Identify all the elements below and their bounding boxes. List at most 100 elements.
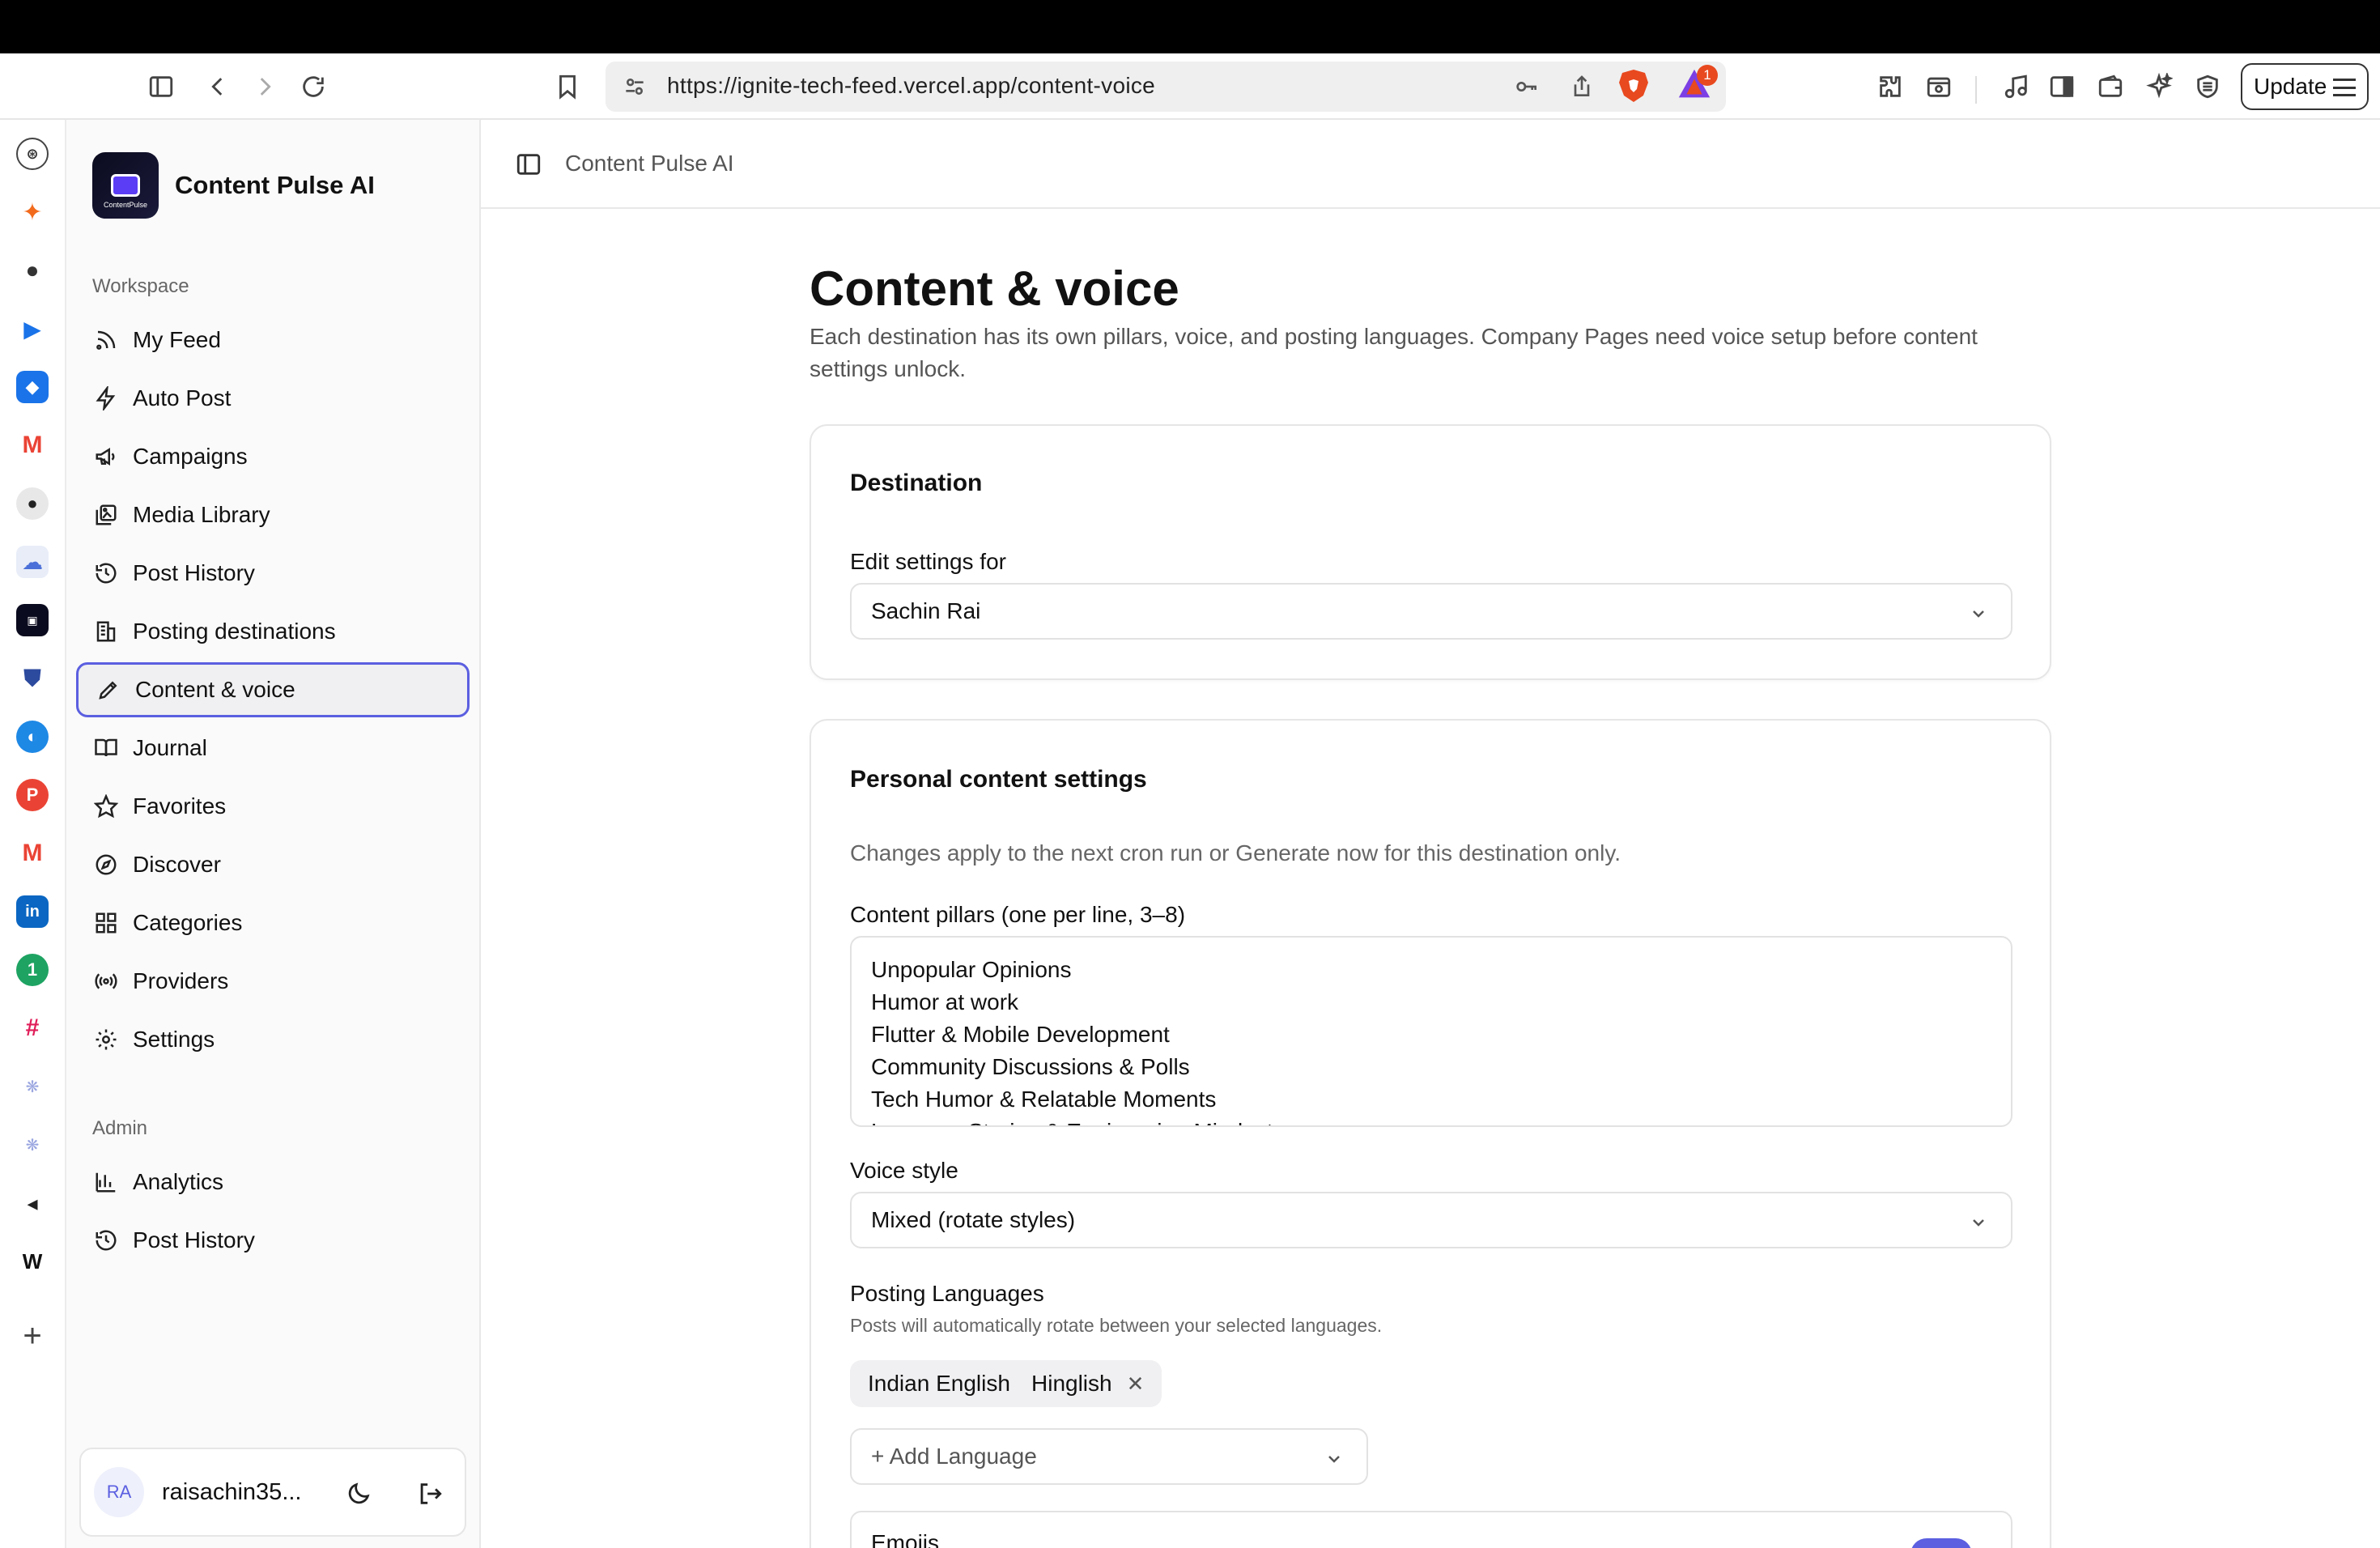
nav-media-library[interactable]: Media Library — [76, 487, 470, 542]
sidebar-panel-icon[interactable] — [2042, 66, 2082, 107]
language-chip: Hinglish ✕ — [1014, 1360, 1162, 1407]
images-icon — [96, 504, 117, 525]
emojis-label: Emojis — [871, 1530, 940, 1548]
vpn-shield-icon[interactable] — [2187, 66, 2228, 107]
pillar-line: Humor at work — [871, 989, 1019, 1014]
user-name[interactable]: raisachin35... — [162, 1479, 302, 1506]
apple-icon[interactable]: ● — [16, 254, 49, 287]
voice-style-select[interactable]: Mixed (rotate styles) — [850, 1192, 2012, 1248]
github-icon[interactable]: ● — [16, 487, 49, 520]
pen-icon — [99, 681, 117, 700]
history-icon — [96, 563, 117, 584]
panel-toggle-icon[interactable] — [515, 151, 542, 178]
nav-favorites[interactable]: Favorites — [76, 779, 470, 834]
url-text: https://ignite-tech-feed.vercel.app/cont… — [667, 73, 1156, 98]
site-settings-icon[interactable] — [620, 72, 649, 101]
radio-icon — [95, 973, 117, 989]
chatgpt-icon[interactable]: ⊛ — [16, 138, 49, 170]
nav-posting-destinations[interactable]: Posting destinations — [76, 604, 470, 659]
gear-icon — [96, 1029, 117, 1050]
address-bar[interactable]: https://ignite-tech-feed.vercel.app/cont… — [606, 62, 1726, 112]
bitwarden-icon[interactable]: ⛊ — [16, 662, 49, 695]
emojis-toggle[interactable] — [1910, 1538, 1972, 1548]
megaphone-icon — [96, 447, 115, 466]
nav-discover[interactable]: Discover — [76, 837, 470, 892]
cloud-icon[interactable]: ☁ — [16, 546, 49, 578]
personal-settings-title: Personal content settings — [850, 766, 1147, 793]
sidebar-toggle-icon[interactable] — [141, 66, 181, 107]
rss-icon — [96, 330, 116, 350]
wn-icon[interactable]: W — [16, 1245, 49, 1278]
brand[interactable]: ContentPulse Content Pulse AI — [92, 152, 375, 219]
pillar-line: Unpopular Opinions — [871, 957, 1072, 982]
nav-content-voice[interactable]: Content & voice — [76, 662, 470, 717]
one-icon[interactable]: 1 — [16, 954, 49, 986]
rewards-badge: 1 — [1697, 65, 1718, 86]
page-description: Each destination has its own pillars, vo… — [810, 324, 1978, 381]
nav-providers[interactable]: Providers — [76, 954, 470, 1009]
browser-icon[interactable]: ◐ — [16, 721, 49, 753]
nav-post-history[interactable]: Post History — [76, 546, 470, 601]
menu-icon — [2333, 79, 2356, 96]
update-button[interactable]: Update — [2241, 63, 2369, 110]
back-icon[interactable] — [198, 66, 238, 107]
pillars-textarea[interactable]: Unpopular Opinions Humor at work Flutter… — [850, 936, 2012, 1127]
perplexity-2-icon[interactable]: ❋ — [16, 1129, 49, 1161]
reload-icon[interactable] — [293, 66, 334, 107]
bar-chart-icon — [96, 1172, 116, 1193]
key-icon[interactable] — [1512, 72, 1541, 101]
pillar-line: Flutter & Mobile Development — [871, 1022, 1170, 1047]
forward-icon[interactable] — [244, 66, 285, 107]
user-card: RA raisachin35... — [79, 1448, 466, 1537]
reader-mode-icon[interactable] — [1919, 66, 1959, 107]
claude-icon[interactable]: ✦ — [16, 196, 49, 228]
admin-label: Admin — [92, 1117, 148, 1139]
pillars-label: Content pillars (one per line, 3–8) — [850, 902, 1186, 927]
leo-ai-icon[interactable] — [2139, 66, 2179, 107]
wallet-icon[interactable] — [2090, 66, 2131, 107]
app-store-connect-icon[interactable]: ◆ — [16, 371, 49, 403]
nav-settings[interactable]: Settings — [76, 1012, 470, 1067]
brand-logo: ContentPulse — [92, 152, 159, 219]
star-icon — [94, 794, 118, 819]
linkedin-icon[interactable]: in — [16, 895, 49, 928]
pillar-line: Community Discussions & Polls — [871, 1054, 1190, 1079]
play-console-icon[interactable]: ▶ — [16, 313, 49, 345]
personal-settings-hint: Changes apply to the next cron run or Ge… — [850, 840, 1621, 865]
chevron-down-icon — [1328, 1456, 1340, 1463]
nav-journal[interactable]: Journal — [76, 721, 470, 776]
brave-shield-icon[interactable] — [1617, 68, 1650, 104]
gmail-2-icon[interactable]: M — [16, 837, 49, 870]
destination-select[interactable]: Sachin Rai — [850, 583, 2012, 640]
gmail-icon[interactable]: M — [16, 429, 49, 461]
nav-categories[interactable]: Categories — [76, 895, 470, 950]
nav-analytics[interactable]: Analytics — [76, 1155, 470, 1210]
voice-style-label: Voice style — [850, 1158, 958, 1183]
nav-auto-post[interactable]: Auto Post — [76, 371, 470, 426]
media-icon[interactable] — [1996, 66, 2037, 107]
workspace-label: Workspace — [92, 275, 189, 297]
perplexity-icon[interactable]: ❋ — [16, 1070, 49, 1103]
emojis-row: Emojis — [850, 1511, 2012, 1548]
nav-my-feed[interactable]: My Feed — [76, 313, 470, 368]
extensions-icon[interactable] — [1870, 66, 1910, 107]
producthunt-icon[interactable]: P — [16, 779, 49, 811]
app-sidebar: ContentPulse Content Pulse AI Workspace … — [66, 120, 481, 1548]
nav-admin-post-history[interactable]: Post History — [76, 1213, 470, 1268]
remove-language-icon[interactable]: ✕ — [1127, 1372, 1145, 1397]
slack-icon[interactable]: # — [16, 1012, 49, 1044]
avatar[interactable]: RA — [94, 1467, 144, 1517]
zap-icon — [96, 386, 116, 410]
brand-name: Content Pulse AI — [175, 171, 375, 199]
moon-icon[interactable] — [343, 1478, 374, 1509]
logout-icon[interactable] — [414, 1478, 445, 1509]
content-pulse-tab-icon[interactable]: ▣ — [16, 604, 49, 636]
edit-settings-label: Edit settings for — [850, 549, 1006, 574]
bookmark-icon[interactable] — [547, 66, 588, 107]
add-language-select[interactable]: + Add Language — [850, 1428, 1368, 1485]
nav-campaigns[interactable]: Campaigns — [76, 429, 470, 484]
app-rail: ⊛ ✦ ● ▶ ◆ M ● ☁ ▣ ⛊ ◐ P M in 1 # ❋ ❋ ◂ W… — [0, 120, 66, 1548]
share-icon[interactable] — [1567, 72, 1596, 101]
speaker-icon[interactable]: ◂ — [16, 1187, 49, 1219]
add-panel-icon[interactable]: + — [16, 1318, 49, 1354]
